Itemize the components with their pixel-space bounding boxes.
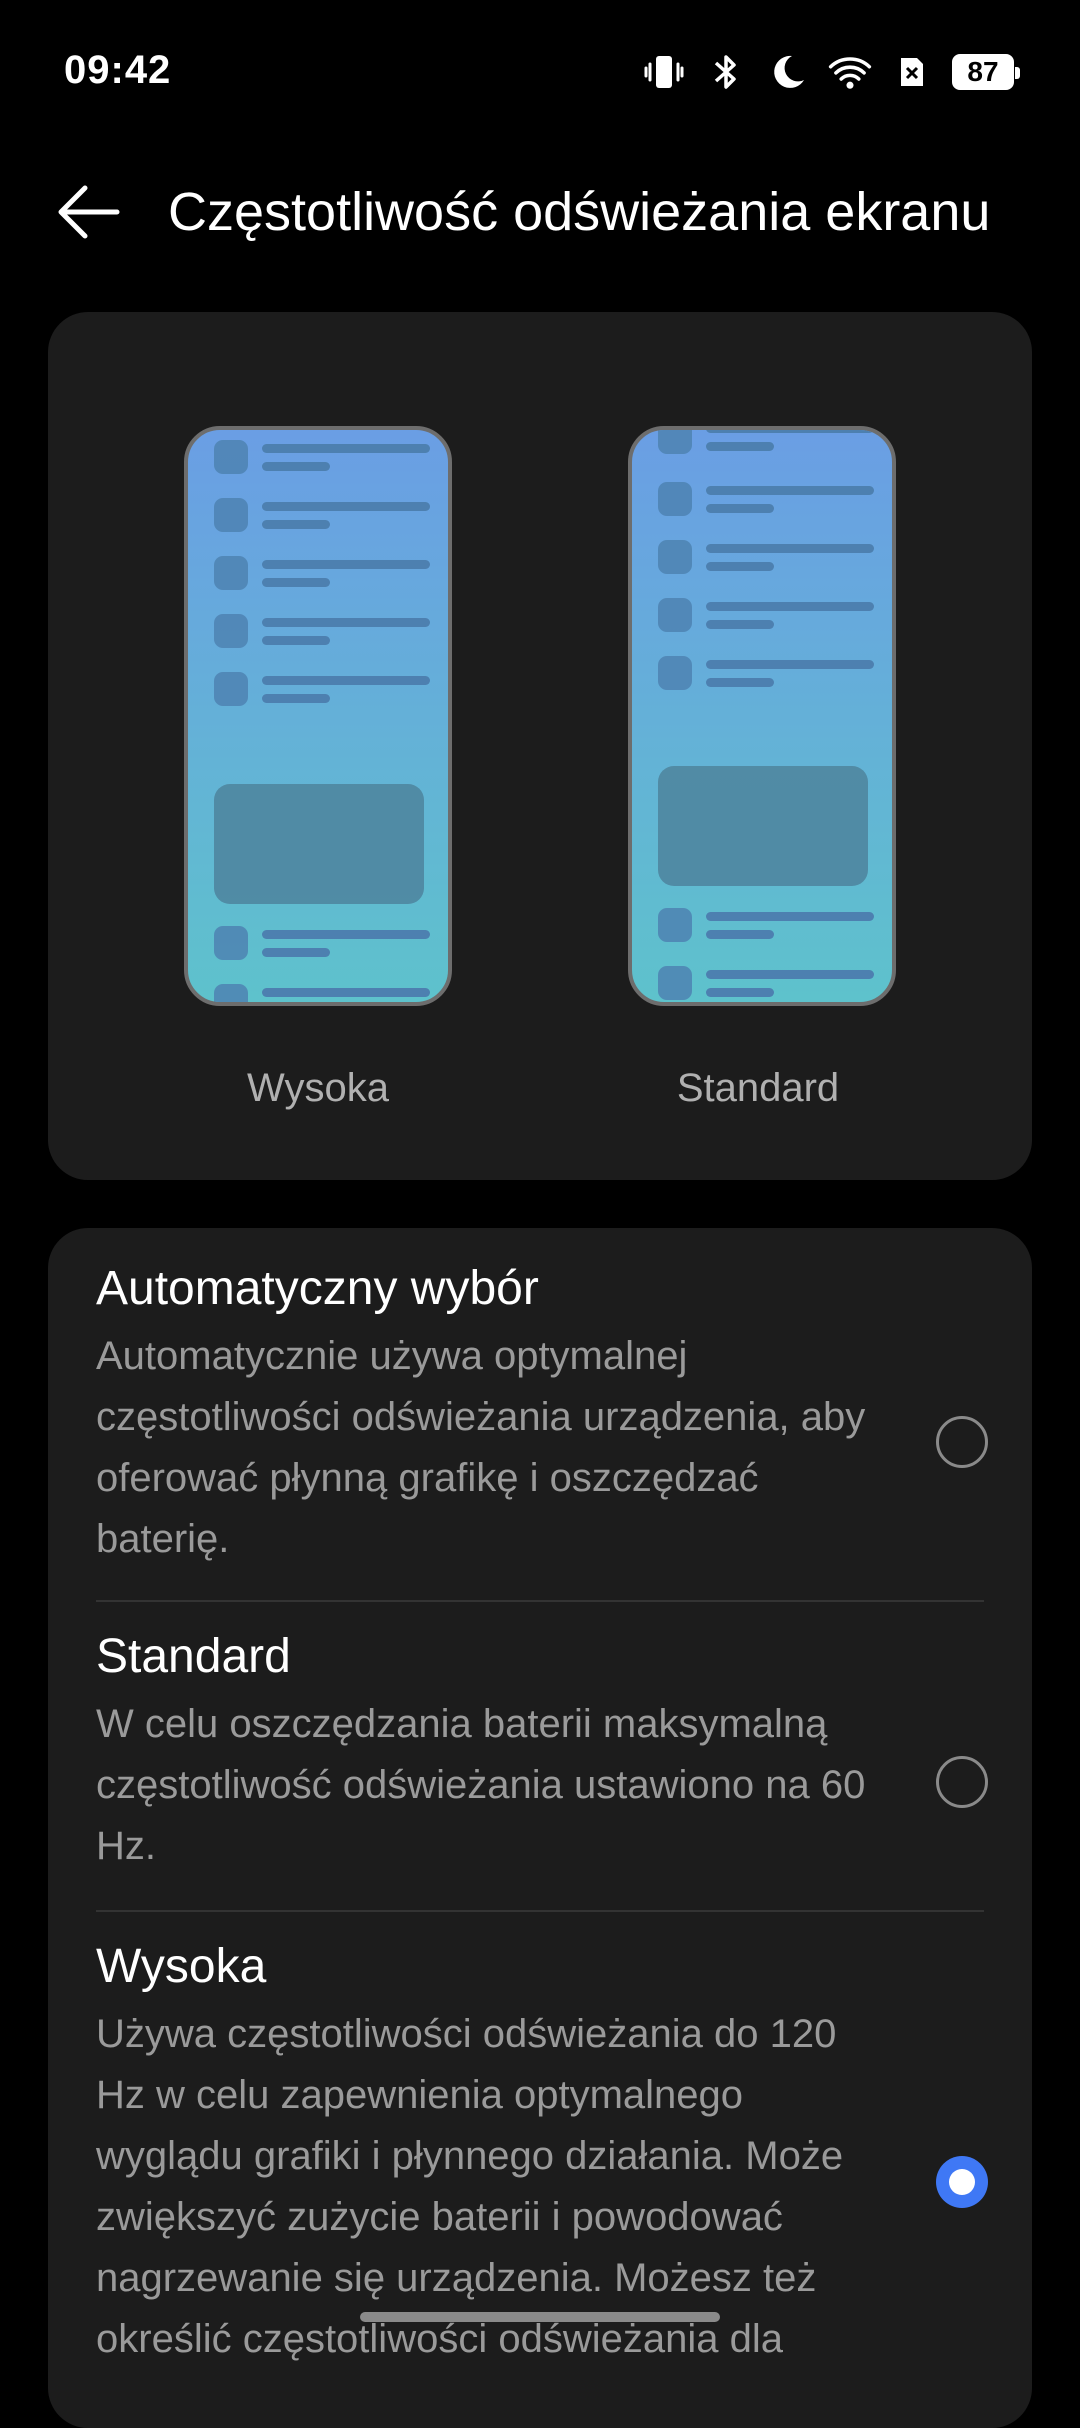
back-arrow-icon xyxy=(58,185,120,239)
wifi-icon xyxy=(828,52,872,92)
phone-preview-standard xyxy=(628,426,896,1006)
option-auto[interactable]: Automatyczny wybór Automatycznie używa o… xyxy=(96,1258,988,1570)
preview-card: Wysoka Standard xyxy=(48,312,1032,1180)
page-title: Częstotliwość odświeżania ekranu xyxy=(168,182,991,242)
radio-standard[interactable] xyxy=(936,1756,988,1808)
preview-label-high: Wysoka xyxy=(247,1066,389,1110)
app-header: Częstotliwość odświeżania ekranu xyxy=(0,150,1080,300)
refresh-rate-options: Automatyczny wybór Automatycznie używa o… xyxy=(48,1228,1032,2428)
option-standard[interactable]: Standard W celu oszczędzania baterii mak… xyxy=(96,1626,988,1877)
bluetooth-icon xyxy=(704,52,748,92)
vibrate-icon xyxy=(642,52,686,92)
option-title: Automatyczny wybór xyxy=(96,1262,539,1315)
moon-icon xyxy=(766,52,810,92)
radio-auto[interactable] xyxy=(936,1416,988,1468)
option-title: Standard xyxy=(96,1630,291,1683)
phone-preview-high xyxy=(184,426,452,1006)
option-description: W celu oszczędzania baterii maksymalną c… xyxy=(96,1702,866,1868)
status-bar: 09:42 87 xyxy=(0,0,1080,150)
battery-icon: 87 xyxy=(952,54,1020,90)
option-description: Automatycznie używa optymalnej częstotli… xyxy=(96,1334,866,1561)
home-indicator[interactable] xyxy=(360,2312,720,2322)
status-icons: 87 xyxy=(642,52,1020,92)
preview-label-standard: Standard xyxy=(676,1066,840,1110)
radio-high-selected[interactable] xyxy=(936,2156,988,2208)
no-sim-icon xyxy=(890,52,934,92)
option-high[interactable]: Wysoka Używa częstotliwości odświeżania … xyxy=(96,1936,988,2370)
status-time: 09:42 xyxy=(64,48,172,92)
option-title: Wysoka xyxy=(96,1940,267,1993)
back-button[interactable] xyxy=(48,172,128,252)
divider xyxy=(96,1910,984,1912)
divider xyxy=(96,1600,984,1602)
